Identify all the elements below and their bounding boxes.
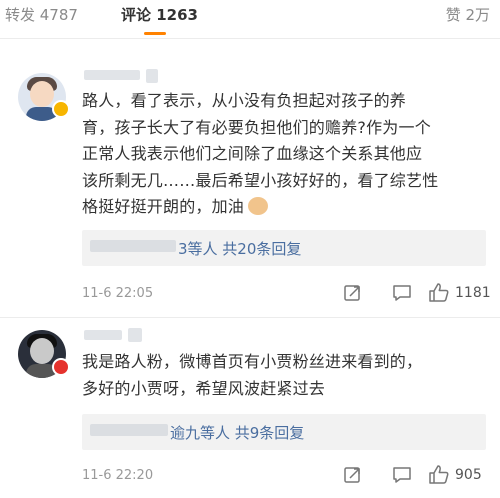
replier-names-redacted (90, 240, 176, 252)
comment-time: 11-6 22:20 (82, 468, 154, 483)
repost-icon[interactable] (343, 465, 363, 485)
like-count: 1181 (455, 285, 491, 301)
comment-divider (0, 317, 500, 318)
comment-line: 该所剩无几……最后希望小孩好好的，看了综艺性 (82, 170, 439, 190)
comment-icon[interactable] (392, 283, 412, 303)
comment-time: 11-6 22:05 (82, 286, 154, 301)
active-tab-indicator (144, 32, 166, 35)
repost-icon[interactable] (343, 283, 363, 303)
comment-line: 路人，看了表示，从小没有负担起对孩子的养 (82, 91, 407, 110)
view-replies-link[interactable]: 3等人 共20条回复 (178, 238, 301, 259)
comment-line: 我是路人粉，微博首页有小贾粉丝进来看到的， (82, 352, 423, 371)
tab-like[interactable]: 赞 2万 (446, 4, 490, 25)
like-count: 905 (455, 467, 482, 483)
thumbs-up-icon[interactable] (428, 464, 450, 486)
username-redacted (128, 328, 142, 342)
thumbs-up-icon[interactable] (428, 282, 450, 304)
tab-comment[interactable]: 评论 1263 (121, 4, 198, 25)
username-redacted[interactable] (84, 70, 140, 80)
clapping-hands-emoji (248, 197, 269, 215)
member-badge-icon (52, 358, 70, 376)
replier-names-redacted (90, 424, 168, 436)
comment-line: 格挺好挺开朗的，加油 (82, 194, 438, 221)
comment-icon[interactable] (392, 465, 412, 485)
comment-line: 正常人我表示他们之间除了血缘这个关系其他应 (82, 144, 423, 163)
comment-tabs: 转发 4787 评论 1263 赞 2万 (0, 0, 500, 39)
comment-text: 我是路人粉，微博首页有小贾粉丝进来看到的， 多好的小贾呀，希望风波赶紧过去 (82, 349, 422, 402)
username-redacted (146, 69, 158, 83)
verified-badge-icon (52, 100, 70, 118)
comment-line: 育，孩子长大了有必要负担他们的赡养?作为一个 (82, 117, 431, 137)
username-redacted[interactable] (84, 330, 122, 340)
comment-line: 多好的小贾呀，希望风波赶紧过去 (82, 378, 326, 398)
tab-repost[interactable]: 转发 4787 (5, 4, 78, 25)
view-replies-link[interactable]: 逾九等人 共9条回复 (170, 422, 304, 443)
comment-text: 路人，看了表示，从小没有负担起对孩子的养 育，孩子长大了有必要负担他们的赡养?作… (82, 88, 438, 221)
